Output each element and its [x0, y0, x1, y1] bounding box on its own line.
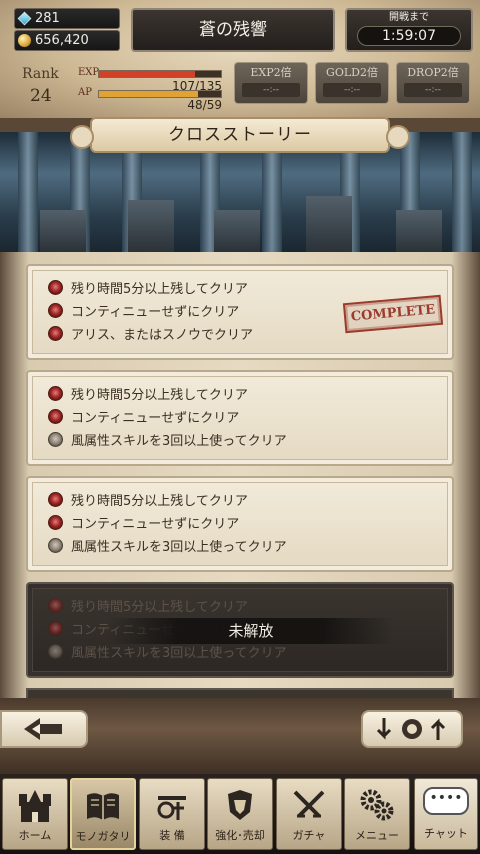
rank-label: Rank — [22, 66, 59, 82]
drop-boost-button[interactable]: DROP2倍 --:-- — [396, 62, 470, 104]
equipment-icon — [157, 796, 186, 820]
nav-label: メニュー — [355, 829, 399, 842]
nav-label: ガチャ — [292, 829, 326, 842]
mission-text: 風属性スキルを3回以上使ってクリア — [71, 540, 287, 555]
gold-boost-button[interactable]: GOLD2倍 --:-- — [315, 62, 389, 104]
mission-text: 残り時間5分以上残してクリア — [71, 282, 248, 297]
rose-icon — [48, 303, 63, 318]
boost-timer: --:-- — [323, 83, 381, 97]
nav-enhance-sell[interactable]: 強化･売却 — [207, 778, 273, 850]
mission-card-partial — [26, 688, 454, 698]
armor-icon — [228, 790, 252, 820]
mission-text: アリス、またはスノウでクリア — [71, 328, 254, 343]
back-arrow-icon — [24, 718, 62, 740]
boost-label: GOLD2倍 — [326, 66, 378, 79]
exp-bar-fill — [99, 71, 196, 77]
nav-equipment[interactable]: 装 備 — [139, 778, 205, 850]
exp-boost-button[interactable]: EXP2倍 --:-- — [234, 62, 308, 104]
nav-home[interactable]: ホーム — [2, 778, 68, 850]
boost-timer: --:-- — [404, 83, 462, 97]
exp-bar — [98, 70, 222, 78]
mission-card-locked[interactable]: 残り時間5分以上残してクリア コンティニューせずにクリア 風属性スキルを3回以上… — [26, 582, 454, 678]
nav-label: ホーム — [18, 829, 52, 842]
rose-icon — [48, 409, 63, 424]
gem-icon — [17, 11, 32, 26]
rose-icon-grey — [48, 432, 63, 447]
status-header: 281 656,420 蒼の残響 開戦まで 1:59:07 Rank 24 EX… — [0, 0, 480, 118]
mission-text: 残り時間5分以上残してクリア — [71, 494, 248, 509]
rose-icon — [48, 326, 63, 341]
back-button[interactable] — [0, 710, 88, 748]
stage-title: 蒼の残響 — [131, 8, 335, 52]
mission-text: 風属性スキルを3回以上使ってクリア — [71, 434, 287, 449]
nav-story[interactable]: モノガタリ — [70, 778, 136, 850]
rank-value: 24 — [30, 86, 52, 106]
rose-icon-grey — [48, 538, 63, 553]
battle-timer[interactable]: 開戦まで 1:59:07 — [345, 8, 473, 52]
gears-icon — [360, 789, 394, 821]
mission-text: コンティニューせずにクリア — [71, 305, 240, 320]
chat-button[interactable]: •••• チャット — [414, 778, 478, 850]
rose-icon — [48, 386, 63, 401]
rose-icon — [48, 621, 63, 636]
bottom-nav: ホーム モノガタリ 装 備 強化･売却 ガチャ メニュー — [0, 774, 480, 854]
chat-bubble-icon: •••• — [423, 787, 469, 815]
rose-icon — [48, 515, 63, 530]
ap-bar-fill — [99, 91, 198, 97]
ap-bar — [98, 90, 222, 98]
rose-icon — [48, 492, 63, 507]
mission-list[interactable]: 残り時間5分以上残してクリア コンティニューせずにクリア アリス、またはスノウで… — [0, 252, 480, 698]
mission-card[interactable]: 残り時間5分以上残してクリア コンティニューせずにクリア アリス、またはスノウで… — [26, 264, 454, 360]
gold-count: 656,420 — [35, 33, 89, 48]
mission-text: コンティニューせずにクリア — [71, 411, 240, 426]
nav-gacha[interactable]: ガチャ — [276, 778, 342, 850]
gold-coin-icon — [18, 34, 31, 47]
boost-label: DROP2倍 — [407, 66, 459, 79]
rose-icon — [48, 280, 63, 295]
boost-timer: --:-- — [242, 83, 300, 97]
chat-label: チャット — [424, 827, 468, 840]
gold-counter[interactable]: 656,420 — [14, 30, 120, 51]
mission-text: コンティニューせずにクリア — [71, 517, 240, 532]
nav-label: モノガタリ — [75, 830, 131, 843]
sort-order-button[interactable] — [361, 710, 463, 748]
sort-rose-arrows-icon — [376, 718, 446, 740]
mission-text: 残り時間5分以上残してクリア — [71, 388, 248, 403]
castle-icon — [19, 790, 51, 822]
gem-count: 281 — [35, 11, 60, 26]
gem-counter[interactable]: 281 — [14, 8, 120, 29]
rose-icon — [48, 598, 63, 613]
ap-value: 48/59 — [187, 98, 222, 112]
locked-label: 未解放 — [108, 618, 394, 644]
ap-label: AP — [78, 87, 92, 98]
timer-label: 開戦まで — [389, 12, 429, 23]
book-icon — [87, 793, 119, 820]
boost-label: EXP2倍 — [250, 66, 292, 79]
nav-label: 強化･売却 — [215, 829, 265, 842]
mission-text: 風属性スキルを3回以上使ってクリア — [71, 646, 287, 661]
rose-icon-grey — [48, 644, 63, 659]
mission-card[interactable]: 残り時間5分以上残してクリア コンティニューせずにクリア 風属性スキルを3回以上… — [26, 370, 454, 466]
swords-icon — [293, 790, 325, 818]
nav-label: 装 備 — [159, 829, 185, 842]
mission-card[interactable]: 残り時間5分以上残してクリア コンティニューせずにクリア 風属性スキルを3回以上… — [26, 476, 454, 572]
timer-value: 1:59:07 — [357, 26, 461, 46]
mission-text: 残り時間5分以上残してクリア — [71, 600, 248, 615]
exp-label: EXP — [78, 67, 100, 78]
nav-menu[interactable]: メニュー — [344, 778, 410, 850]
section-title: クロスストーリー — [70, 117, 410, 153]
